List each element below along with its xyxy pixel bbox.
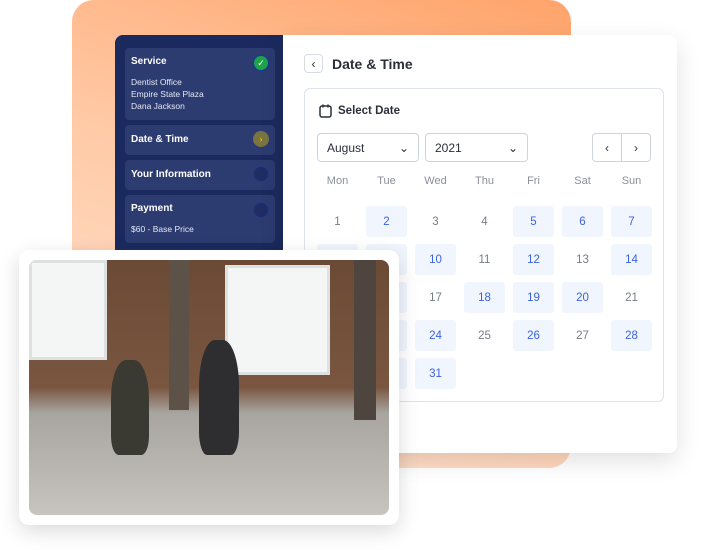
back-button[interactable]: ‹ — [304, 54, 323, 73]
month-select[interactable]: August ⌄ — [317, 133, 419, 162]
weekday-header: Thu — [475, 175, 494, 187]
step-title: Payment — [131, 203, 173, 214]
steps-sidebar: Service Dentist Office Empire State Plaz… — [115, 35, 285, 265]
pending-circle-icon — [253, 166, 269, 182]
weekday-header: Fri — [527, 175, 540, 187]
step-payment[interactable]: Payment $60 - Base Price — [125, 195, 275, 243]
day-unavailable: 4 — [481, 215, 488, 228]
pending-circle-icon — [253, 202, 269, 218]
step-title: Date & Time — [131, 134, 189, 145]
day-unavailable: 25 — [478, 329, 491, 342]
chevron-right-icon: › — [253, 131, 269, 147]
day-available[interactable]: 20 — [562, 282, 603, 313]
day-available[interactable]: 12 — [513, 244, 554, 275]
day-unavailable: 27 — [576, 329, 589, 342]
day-available[interactable]: 31 — [415, 358, 456, 389]
year-select[interactable]: 2021 ⌄ — [425, 133, 528, 162]
step-service[interactable]: Service Dentist Office Empire State Plaz… — [125, 48, 275, 120]
step-detail: Dentist Office — [131, 77, 182, 87]
day-available[interactable]: 28 — [611, 320, 652, 351]
photo-card — [19, 250, 399, 525]
day-available[interactable]: 24 — [415, 320, 456, 351]
day-available[interactable]: 14 — [611, 244, 652, 275]
month-value: August — [327, 141, 365, 155]
day-available[interactable]: 26 — [513, 320, 554, 351]
fitness-training-photo — [29, 260, 389, 515]
weekday-header: Sat — [574, 175, 591, 187]
next-month-button[interactable]: › — [622, 134, 650, 161]
day-available[interactable]: 2 — [366, 206, 407, 237]
day-available[interactable]: 10 — [415, 244, 456, 275]
step-detail: Empire State Plaza — [131, 89, 204, 99]
chevron-down-icon: ⌄ — [507, 141, 518, 155]
step-title: Service — [131, 56, 167, 67]
chevron-down-icon: ⌄ — [398, 141, 409, 155]
day-unavailable: 3 — [432, 215, 439, 228]
day-unavailable: 13 — [576, 253, 589, 266]
day-unavailable: 11 — [478, 253, 491, 266]
day-unavailable: 1 — [334, 215, 341, 228]
weekday-header: Wed — [424, 175, 447, 187]
prev-month-button[interactable]: ‹ — [593, 134, 622, 161]
day-unavailable: 17 — [429, 291, 442, 304]
day-available[interactable]: 6 — [562, 206, 603, 237]
year-value: 2021 — [435, 141, 462, 155]
step-title: Your Information — [131, 169, 211, 180]
day-available[interactable]: 7 — [611, 206, 652, 237]
day-available[interactable]: 18 — [464, 282, 505, 313]
step-detail: Dana Jackson — [131, 101, 185, 111]
step-your-information[interactable]: Your Information — [125, 160, 275, 190]
weekday-header: Mon — [326, 175, 349, 187]
day-unavailable: 21 — [625, 291, 638, 304]
day-available[interactable]: 19 — [513, 282, 554, 313]
chevron-left-icon: ‹ — [311, 56, 316, 71]
day-available[interactable]: 5 — [513, 206, 554, 237]
weekday-header: Sun — [621, 175, 642, 187]
weekday-header: Tue — [377, 175, 396, 187]
step-date-time[interactable]: Date & Time › — [125, 125, 275, 155]
select-date-label: Select Date — [338, 105, 401, 117]
step-detail: $60 - Base Price — [131, 224, 194, 234]
check-icon: ✓ — [253, 55, 269, 71]
page-title: Date & Time — [332, 55, 413, 72]
calendar-icon — [319, 104, 332, 118]
